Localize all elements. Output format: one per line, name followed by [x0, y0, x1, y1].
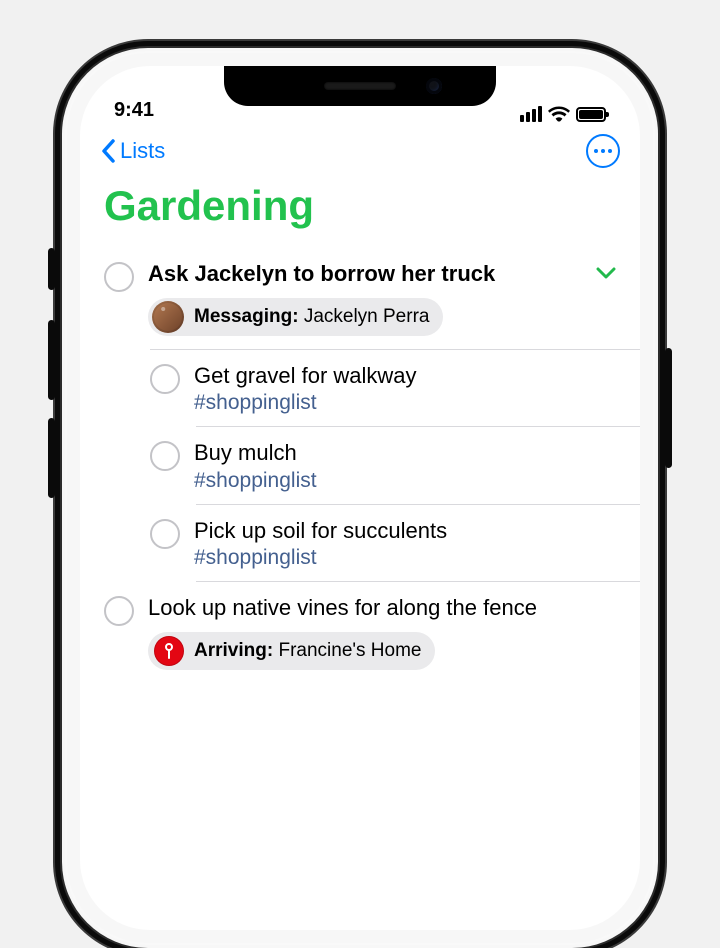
pill-value: Francine's Home	[278, 640, 421, 661]
silence-switch	[48, 248, 55, 290]
pill-value: Jackelyn Perra	[304, 306, 430, 327]
volume-up-button	[48, 320, 55, 400]
list-title: Gardening	[80, 176, 640, 248]
back-button[interactable]: Lists	[100, 138, 165, 164]
power-button	[665, 348, 672, 468]
reminder-tag[interactable]: #shoppinglist	[194, 469, 620, 493]
chevron-left-icon	[100, 139, 116, 163]
expand-subtasks-button[interactable]	[596, 266, 616, 285]
ellipsis-icon	[594, 149, 598, 153]
reminder-tag[interactable]: #shoppinglist	[194, 391, 620, 415]
cellular-icon	[520, 106, 542, 122]
contact-avatar	[152, 301, 184, 333]
reminder-title: Get gravel for walkway	[194, 362, 620, 390]
phone-frame: 9:41 Lists Gardening	[62, 48, 658, 948]
subtask-item[interactable]: Get gravel for walkway #shoppinglist	[104, 350, 640, 428]
reminder-title: Ask Jackelyn to borrow her truck	[148, 260, 582, 288]
battery-icon	[576, 107, 606, 122]
messaging-pill[interactable]: Messaging: Jackelyn Perra	[148, 298, 443, 336]
complete-checkbox[interactable]	[150, 519, 180, 549]
location-pin-icon	[154, 636, 184, 666]
subtask-item[interactable]: Buy mulch #shoppinglist	[104, 427, 640, 505]
status-time: 9:41	[114, 99, 154, 122]
notch	[224, 66, 496, 106]
more-button[interactable]	[586, 134, 620, 168]
reminder-item[interactable]: Ask Jackelyn to borrow her truck Messagi…	[104, 248, 640, 350]
wifi-icon	[548, 106, 570, 122]
speaker-grill	[324, 82, 396, 90]
back-label: Lists	[120, 138, 165, 164]
pill-label: Messaging:	[194, 306, 299, 327]
reminders-list: Ask Jackelyn to borrow her truck Messagi…	[80, 248, 640, 682]
chevron-down-icon	[596, 266, 616, 280]
complete-checkbox[interactable]	[150, 364, 180, 394]
reminder-title: Pick up soil for succulents	[194, 517, 620, 545]
volume-down-button	[48, 418, 55, 498]
reminder-item[interactable]: Look up native vines for along the fence…	[104, 582, 640, 682]
location-pill[interactable]: Arriving: Francine's Home	[148, 632, 435, 670]
reminder-title: Buy mulch	[194, 439, 620, 467]
front-camera	[426, 78, 442, 94]
screen: 9:41 Lists Gardening	[80, 66, 640, 930]
complete-checkbox[interactable]	[104, 596, 134, 626]
reminder-tag[interactable]: #shoppinglist	[194, 546, 620, 570]
pill-label: Arriving:	[194, 640, 273, 661]
complete-checkbox[interactable]	[150, 441, 180, 471]
subtask-item[interactable]: Pick up soil for succulents #shoppinglis…	[104, 505, 640, 583]
complete-checkbox[interactable]	[104, 262, 134, 292]
reminder-title: Look up native vines for along the fence	[148, 594, 620, 622]
